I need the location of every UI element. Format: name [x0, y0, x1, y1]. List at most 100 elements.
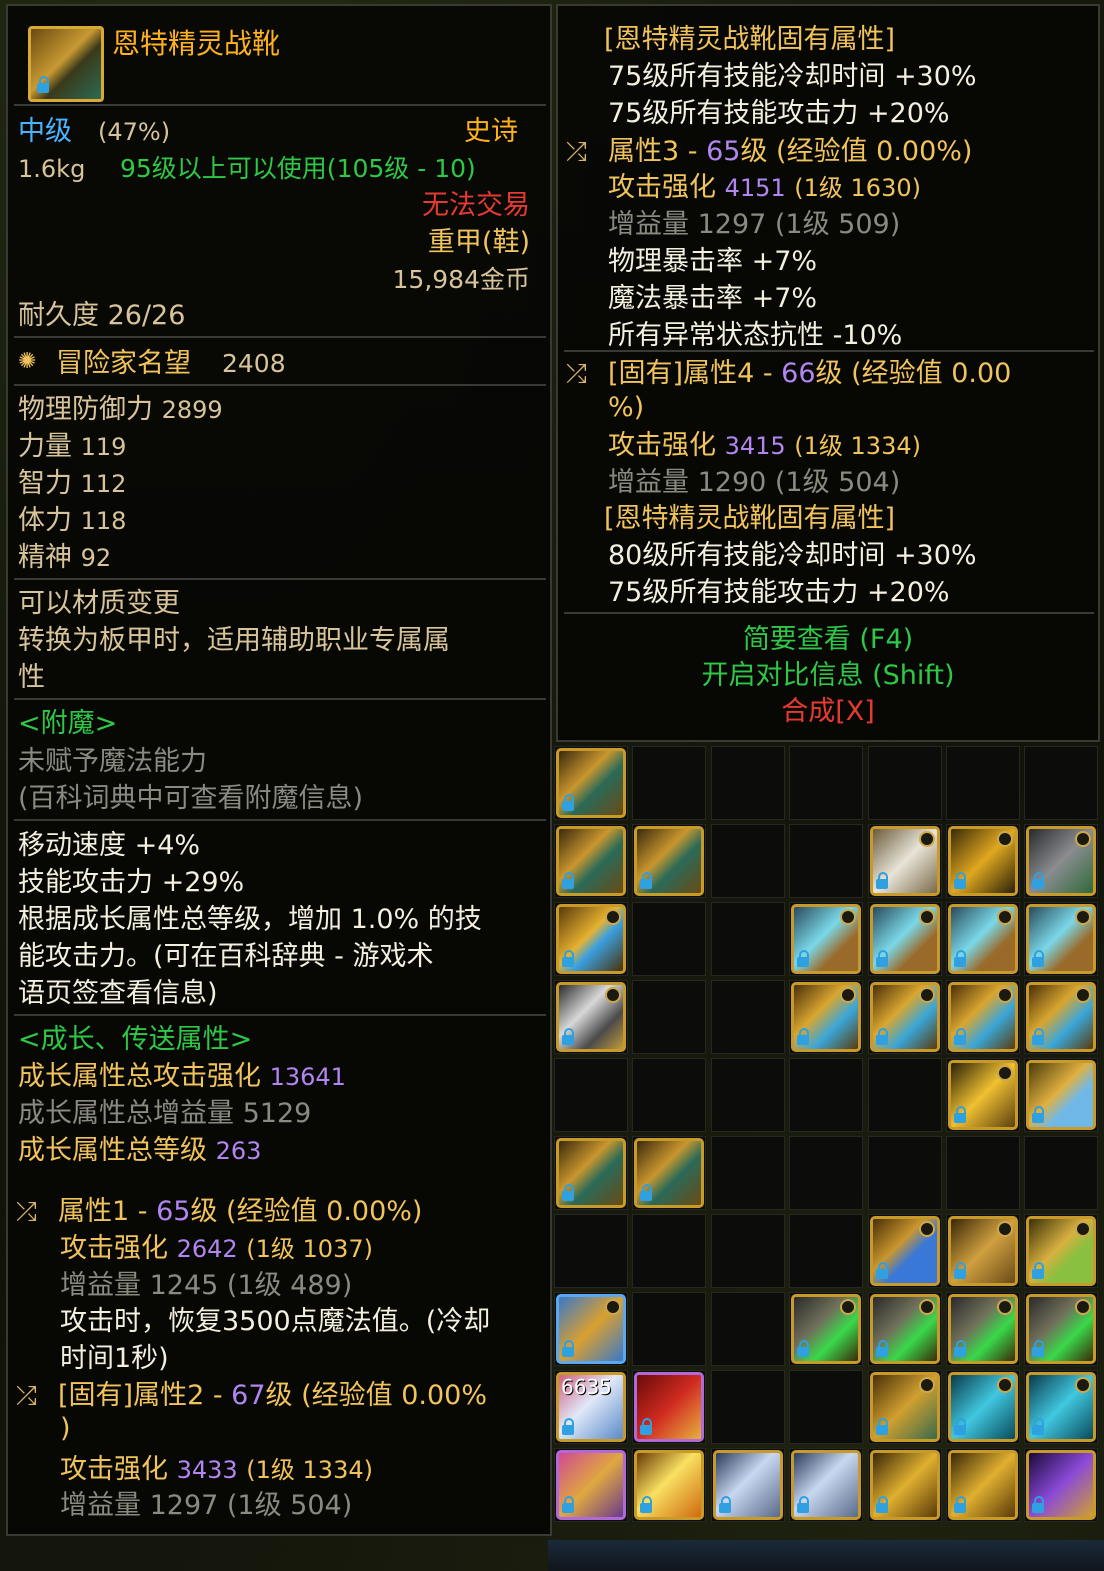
inventory-slot[interactable] — [710, 1370, 785, 1444]
blue-crystal-icon[interactable] — [1026, 1372, 1097, 1442]
inventory-slot[interactable] — [1024, 824, 1099, 898]
armor-gold-green-icon[interactable] — [556, 748, 626, 818]
gem-pod-icon[interactable] — [791, 904, 862, 974]
inventory-slot[interactable]: 6635 — [554, 1370, 628, 1444]
inventory-slot[interactable] — [867, 1214, 942, 1288]
inventory-slot[interactable] — [710, 1058, 785, 1132]
inventory-slot[interactable] — [789, 1058, 864, 1132]
inventory-slot[interactable] — [554, 1292, 628, 1366]
inventory-slot[interactable] — [1024, 746, 1099, 820]
brief-view-hint[interactable]: 简要查看 (F4) — [558, 622, 1098, 658]
potion-icon[interactable] — [1026, 1060, 1097, 1130]
inventory-slot[interactable] — [946, 1292, 1020, 1366]
gem-pod-icon[interactable] — [948, 904, 1018, 974]
inventory-slot[interactable] — [867, 1370, 942, 1444]
gold-boots-blue-icon[interactable] — [556, 1294, 626, 1364]
gold-mask-icon[interactable] — [948, 1216, 1018, 1286]
green-cannon-icon[interactable] — [869, 1294, 940, 1364]
silver-box-icon[interactable] — [556, 982, 626, 1052]
inventory-slot[interactable] — [632, 1136, 707, 1210]
inventory-slot[interactable] — [1024, 1292, 1099, 1366]
inventory-slot[interactable] — [946, 1370, 1020, 1444]
robot-icon[interactable] — [1026, 826, 1097, 896]
inventory-slot[interactable] — [1024, 1136, 1099, 1210]
inventory-slot[interactable] — [632, 1370, 707, 1444]
blue-crystal-icon[interactable] — [948, 1372, 1018, 1442]
inventory-slot[interactable] — [789, 1136, 864, 1210]
inventory-slot[interactable] — [632, 902, 707, 976]
inventory-slot[interactable] — [789, 824, 864, 898]
inventory-slot[interactable] — [632, 980, 707, 1054]
inventory-slot[interactable] — [867, 1292, 942, 1366]
inventory-slot[interactable] — [554, 1136, 628, 1210]
inventory-slot[interactable] — [789, 980, 864, 1054]
shuffle-icon[interactable]: ⤮ — [16, 1194, 37, 1230]
gem-pod-icon[interactable] — [869, 904, 940, 974]
inventory-slot[interactable] — [1024, 902, 1099, 976]
inventory-slot[interactable] — [710, 902, 785, 976]
inventory-slot[interactable] — [710, 824, 785, 898]
inventory-slot[interactable] — [632, 1058, 707, 1132]
inventory-slot[interactable] — [554, 1214, 628, 1288]
inventory-slot[interactable] — [554, 746, 628, 820]
gem-chalice-icon[interactable] — [948, 982, 1018, 1052]
green-cannon-icon[interactable] — [948, 1294, 1018, 1364]
shuffle-icon[interactable]: ⤮ — [566, 134, 587, 170]
inventory-slot[interactable] — [554, 980, 628, 1054]
inventory-slot[interactable] — [789, 746, 864, 820]
inventory-slot[interactable] — [867, 980, 942, 1054]
gold-boots-icon[interactable] — [869, 1450, 940, 1520]
inventory-slot[interactable] — [789, 902, 864, 976]
inventory-slot[interactable] — [789, 1370, 864, 1444]
wolf-mask-icon[interactable] — [869, 826, 940, 896]
gold-boots-icon[interactable] — [948, 1450, 1018, 1520]
inventory-slot[interactable] — [632, 1448, 707, 1522]
inventory-slot[interactable] — [710, 1448, 785, 1522]
inventory-slot[interactable] — [1024, 1058, 1099, 1132]
inventory-slot[interactable] — [1024, 1370, 1099, 1444]
inventory-slot[interactable] — [867, 1448, 942, 1522]
green-cannon-icon[interactable] — [1026, 1294, 1097, 1364]
inventory-slot[interactable] — [867, 824, 942, 898]
inventory-slot[interactable] — [946, 824, 1020, 898]
pink-armor-icon[interactable] — [556, 1450, 626, 1520]
inventory-slot[interactable] — [632, 1214, 707, 1288]
inventory-slot[interactable] — [632, 824, 707, 898]
inventory-slot[interactable] — [789, 1292, 864, 1366]
inventory-slot[interactable] — [710, 746, 785, 820]
gem-chalice-icon[interactable] — [791, 982, 862, 1052]
gem-chalice-icon[interactable] — [1026, 982, 1097, 1052]
blue-ring-icon[interactable] — [556, 904, 626, 974]
compose-hint[interactable]: 合成[X] — [558, 694, 1098, 730]
inventory-slot[interactable] — [946, 1058, 1020, 1132]
blue-star-icon[interactable] — [869, 1216, 940, 1286]
silver-claw-icon[interactable] — [712, 1450, 783, 1520]
inventory-slot[interactable] — [867, 746, 942, 820]
inventory-slot[interactable] — [710, 980, 785, 1054]
inventory-slot[interactable] — [1024, 980, 1099, 1054]
inventory-slot[interactable] — [789, 1214, 864, 1288]
inventory-slot[interactable] — [1024, 1214, 1099, 1288]
gold-orb-icon[interactable] — [634, 1450, 705, 1520]
shuffle-icon[interactable]: ⤮ — [566, 356, 587, 392]
gold-clock-icon[interactable] — [869, 1372, 940, 1442]
inventory-slot[interactable] — [946, 902, 1020, 976]
inventory-slot[interactable] — [710, 1214, 785, 1288]
inventory-slot[interactable] — [946, 1214, 1020, 1288]
gem-pod-icon[interactable] — [1026, 904, 1097, 974]
gold-net-icon[interactable] — [948, 826, 1018, 896]
inventory-slot[interactable] — [946, 746, 1020, 820]
armor-gold-green-icon[interactable] — [634, 1138, 705, 1208]
inventory-slot[interactable] — [632, 746, 707, 820]
armor-gold-green-icon[interactable] — [634, 826, 705, 896]
inventory-slot[interactable] — [554, 1058, 628, 1132]
inventory-slot[interactable] — [867, 1136, 942, 1210]
inventory-slot[interactable] — [1024, 1448, 1099, 1522]
ticket-stack-icon[interactable]: 6635 — [556, 1372, 626, 1442]
inventory-slot[interactable] — [867, 1058, 942, 1132]
inventory-slot[interactable] — [554, 1448, 628, 1522]
gem-chalice-icon[interactable] — [869, 982, 940, 1052]
inventory-slot[interactable] — [946, 1136, 1020, 1210]
inventory-slot[interactable] — [710, 1136, 785, 1210]
gold-horn-icon[interactable] — [948, 1060, 1018, 1130]
